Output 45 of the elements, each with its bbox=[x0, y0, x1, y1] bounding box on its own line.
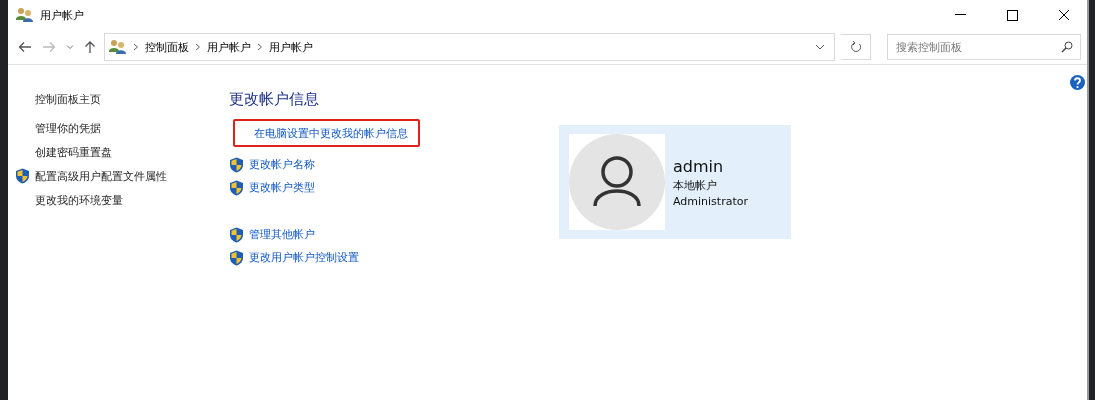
breadcrumb-item[interactable]: 控制面板 bbox=[145, 39, 189, 55]
shield-icon bbox=[229, 226, 244, 243]
task-link[interactable]: 更改用户帐户控制设置 bbox=[229, 246, 559, 269]
sidebar-link[interactable]: 管理你的凭据 bbox=[15, 116, 101, 140]
maximize-icon bbox=[1006, 9, 1018, 21]
caret-icon bbox=[815, 44, 825, 50]
location-icon bbox=[109, 39, 127, 55]
window-title: 用户帐户 bbox=[40, 7, 85, 23]
sidebar-link[interactable]: 控制面板主页 bbox=[15, 87, 101, 111]
account-name: admin bbox=[673, 156, 725, 176]
refresh-icon bbox=[849, 41, 862, 53]
back-button[interactable] bbox=[16, 39, 34, 55]
close-icon bbox=[1058, 9, 1070, 21]
help-icon[interactable] bbox=[1070, 75, 1085, 90]
recent-locations-button[interactable] bbox=[64, 42, 76, 52]
task-link[interactable]: 管理其他帐户 bbox=[229, 223, 559, 246]
up-arrow-icon bbox=[84, 40, 96, 54]
chevron-icon bbox=[257, 43, 263, 51]
chevron-icon bbox=[133, 43, 139, 51]
sidebar-link[interactable]: 更改我的环境变量 bbox=[15, 188, 123, 212]
shield-icon bbox=[229, 249, 244, 266]
search-field[interactable]: 搜索控制面板 bbox=[887, 34, 1081, 60]
search-icon bbox=[1061, 41, 1073, 53]
shield-icon bbox=[229, 179, 244, 196]
users-icon bbox=[16, 7, 34, 23]
chevron-icon bbox=[195, 43, 201, 51]
account-type: 本地帐户 bbox=[673, 177, 718, 193]
refresh-button[interactable] bbox=[841, 34, 871, 60]
section-heading: 更改帐户信息 bbox=[229, 90, 320, 109]
minimize-icon bbox=[954, 14, 966, 16]
avatar-icon bbox=[569, 134, 665, 230]
caret-icon bbox=[66, 44, 74, 50]
sidebar-link[interactable]: 配置高级用户配置文件属性 bbox=[15, 164, 167, 188]
breadcrumb-item[interactable]: 用户帐户 bbox=[207, 39, 251, 55]
task-link[interactable]: 更改帐户类型 bbox=[229, 176, 559, 199]
back-arrow-icon bbox=[18, 41, 32, 53]
shield-icon bbox=[229, 156, 244, 173]
forward-arrow-icon bbox=[42, 41, 56, 53]
shield-icon bbox=[15, 168, 30, 184]
breadcrumb-item[interactable]: 用户帐户 bbox=[269, 39, 313, 55]
account-role: Administrator bbox=[673, 194, 748, 208]
task-link[interactable]: 更改帐户名称 bbox=[229, 153, 559, 176]
task-link[interactable]: 在电脑设置中更改我的帐户信息 bbox=[233, 119, 420, 147]
address-bar[interactable]: 控制面板 用户帐户 用户帐户 bbox=[104, 33, 835, 61]
sidebar-link[interactable]: 创建密码重置盘 bbox=[15, 140, 112, 164]
